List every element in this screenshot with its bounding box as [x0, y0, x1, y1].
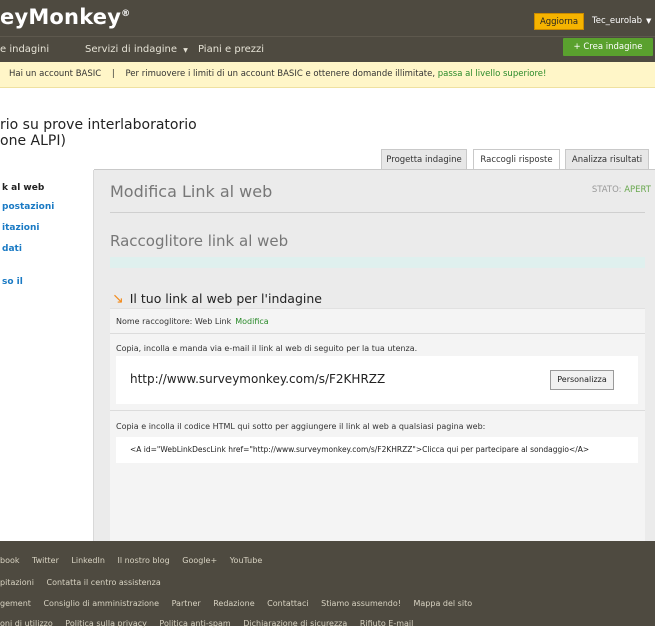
sidebar-item-other[interactable]: so il — [2, 277, 23, 287]
footer-link[interactable]: Rifiuto E-mail — [360, 619, 414, 628]
customize-button[interactable]: Personalizza — [550, 370, 614, 390]
footer-link[interactable]: pitazioni — [0, 578, 34, 587]
footer-row-social: book Twitter LinkedIn Il nostro blog Goo… — [0, 556, 272, 565]
survey-title-line2: one ALPI) — [0, 133, 66, 149]
nav-item-surveys[interactable]: e indagini — [0, 37, 49, 63]
footer-link[interactable]: oni di utilizzo — [0, 619, 53, 628]
footer-link[interactable]: Politica sulla privacy — [65, 619, 147, 628]
sidebar-item-data[interactable]: dati — [2, 244, 22, 254]
banner-message: Per rimuovere i limiti di un account BAS… — [125, 69, 436, 79]
footer-link[interactable]: Stiamo assumendo! — [321, 599, 401, 608]
section-title: Raccoglitore link al web — [110, 232, 289, 250]
sidebar-item-label: itazioni — [2, 223, 40, 233]
panel-divider — [110, 333, 645, 334]
survey-title: rio su prove interlaboratorio one ALPI) — [0, 117, 197, 149]
logo-text: eyMonkey — [0, 5, 122, 29]
tab-analyze-results[interactable]: Analizza risultati — [565, 149, 649, 169]
footer-link[interactable]: Contatta il centro assistenza — [47, 578, 161, 587]
sidebar-item-limits[interactable]: itazioni — [2, 223, 39, 233]
footer-link[interactable]: Google+ — [182, 556, 217, 565]
survey-title-line1: rio su prove interlaboratorio — [0, 117, 197, 133]
nav-item-services[interactable]: Servizi di indagine ▼ — [85, 37, 188, 63]
sidebar: k al web postazioni itazioni dati so il — [0, 170, 94, 541]
html-code[interactable]: <A id="WebLinkDescLink href="http://www.… — [130, 445, 589, 454]
web-link-heading-text: Il tuo link al web per l'indagine — [129, 291, 322, 306]
html-instructions: Copia e incolla il codice HTML qui sotto… — [116, 422, 486, 431]
sidebar-item-label: postazioni — [2, 202, 55, 212]
status-badge: APERT — [624, 185, 651, 195]
page-title: Modifica Link al web — [110, 182, 273, 201]
footer-row-legal: oni di utilizzo Politica sulla privacy P… — [0, 619, 423, 628]
collector-progress-bar — [110, 257, 645, 268]
footer-row-help: pitazioni Contatta il centro assistenza — [0, 578, 171, 587]
arrow-down-right-icon: ↘ — [112, 291, 124, 307]
footer-link[interactable]: Partner — [172, 599, 201, 608]
footer-link[interactable]: LinkedIn — [71, 556, 105, 565]
footer: book Twitter LinkedIn Il nostro blog Goo… — [0, 541, 655, 628]
collector-name-label: Nome raccoglitore: Web Link — [116, 317, 232, 326]
banner-separator: | — [111, 69, 115, 79]
status-label: STATO: — [591, 185, 622, 195]
footer-link[interactable]: Consiglio di amministrazione — [43, 599, 159, 608]
tab-design-survey[interactable]: Progetta indagine — [381, 149, 467, 169]
url-box: http://www.surveymonkey.com/s/F2KHRZZ Pe… — [116, 356, 638, 404]
top-bar: eyMonkey® Aggiorna Tec_eurolab ▼ — [0, 0, 655, 36]
logo[interactable]: eyMonkey® — [0, 5, 130, 29]
panel-divider — [110, 410, 645, 411]
upgrade-link[interactable]: passa al livello superiore! — [438, 69, 547, 79]
footer-link[interactable]: Redazione — [213, 599, 254, 608]
chevron-down-icon: ▼ — [183, 47, 188, 54]
sidebar-item-label: so il — [2, 277, 23, 287]
sidebar-item-label: dati — [2, 244, 22, 254]
logo-mark: ® — [121, 9, 131, 19]
main-content: Modifica Link al web STATO: APERT Raccog… — [94, 170, 655, 542]
create-survey-button[interactable]: + Crea indagine — [563, 38, 653, 56]
collector-name-row: Nome raccoglitore: Web Link Modifica — [116, 317, 269, 326]
status-indicator: STATO: APERT — [592, 185, 651, 195]
sidebar-item-web-link[interactable]: k al web — [2, 183, 44, 193]
tab-collect-responses[interactable]: Raccogli risposte — [473, 149, 560, 170]
nav-item-services-label: Servizi di indagine — [85, 44, 178, 55]
nav-item-pricing[interactable]: Piani e prezzi — [198, 37, 264, 63]
account-type-text: Hai un account BASIC — [9, 69, 102, 79]
upgrade-button[interactable]: Aggiorna — [534, 13, 584, 30]
sidebar-item-label: k al web — [2, 183, 45, 193]
main-nav: e indagini Servizi di indagine ▼ Piani e… — [0, 36, 655, 63]
modify-link[interactable]: Modifica — [235, 317, 268, 326]
footer-link[interactable]: Il nostro blog — [117, 556, 169, 565]
html-code-box[interactable]: <A id="WebLinkDescLink href="http://www.… — [116, 437, 638, 463]
footer-link[interactable]: YouTube — [230, 556, 263, 565]
user-name: Tec_eurolab — [592, 16, 642, 26]
web-link-panel: Nome raccoglitore: Web Link Modifica Copi… — [110, 308, 645, 542]
web-link-heading: ↘ Il tuo link al web per l'indagine — [112, 291, 322, 307]
footer-link[interactable]: Contattaci — [267, 599, 308, 608]
account-banner: Hai un account BASIC | Per rimuovere i l… — [0, 62, 655, 88]
footer-link[interactable]: Politica anti-spam — [159, 619, 230, 628]
footer-row-company: gement Consiglio di amministrazione Part… — [0, 599, 482, 608]
user-menu[interactable]: Tec_eurolab ▼ — [592, 13, 651, 30]
divider — [110, 212, 645, 213]
sidebar-item-settings[interactable]: postazioni — [2, 202, 54, 212]
footer-link[interactable]: book — [0, 556, 20, 565]
footer-link[interactable]: gement — [0, 599, 31, 608]
survey-url[interactable]: http://www.surveymonkey.com/s/F2KHRZZ — [130, 372, 385, 386]
email-instructions: Copia, incolla e manda via e-mail il lin… — [116, 344, 418, 353]
footer-link[interactable]: Dichiarazione di sicurezza — [243, 619, 347, 628]
chevron-down-icon: ▼ — [646, 17, 652, 25]
footer-link[interactable]: Mappa del sito — [414, 599, 473, 608]
footer-link[interactable]: Twitter — [32, 556, 59, 565]
